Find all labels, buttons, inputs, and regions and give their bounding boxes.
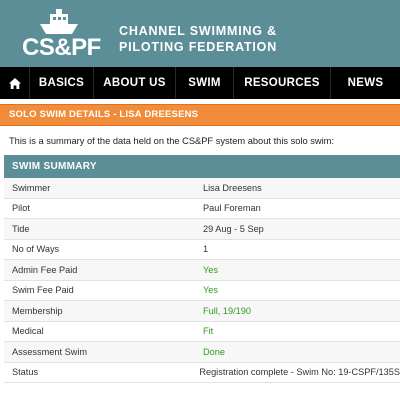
table-row: Swim Fee Paid Yes [4, 281, 400, 301]
row-label: Assessment Swim [12, 346, 88, 357]
row-value: 1 [203, 244, 209, 255]
organization-name: CHANNEL SWIMMING & PILOTING FEDERATION [119, 23, 389, 55]
nav-basics[interactable]: BASICS [30, 67, 94, 99]
page-title-bar: SOLO SWIM DETAILS - LISA DREESENS [0, 104, 400, 126]
page-title: SOLO SWIM DETAILS - LISA DREESENS [9, 109, 199, 120]
swim-summary-heading: SWIM SUMMARY [12, 161, 97, 172]
row-label: Swim Fee Paid [12, 285, 74, 296]
table-row: Admin Fee Paid Yes [4, 260, 400, 281]
org-name-line-2: PILOTING FEDERATION [119, 40, 278, 54]
nav-about-us[interactable]: ABOUT US [94, 67, 176, 99]
table-row: Status Registration complete - Swim No: 1… [4, 363, 400, 383]
table-row: Assessment Swim Done [4, 342, 400, 363]
org-name-line-1: CHANNEL SWIMMING & [119, 24, 277, 38]
nav-resources[interactable]: RESOURCES [234, 67, 331, 99]
row-value: Paul Foreman [203, 203, 261, 214]
row-label: Status [12, 367, 39, 378]
row-label: Membership [12, 305, 63, 316]
nav-home-button[interactable] [0, 67, 30, 99]
table-row: No of Ways 1 [4, 240, 400, 260]
table-row: Pilot Paul Foreman [4, 199, 400, 219]
table-row: Medical Fit [4, 322, 400, 342]
nav-news[interactable]: NEWS [331, 67, 400, 99]
home-icon [8, 77, 21, 89]
boat-icon [40, 9, 78, 34]
table-row: Membership Full, 19/190 [4, 301, 400, 322]
intro-text: This is a summary of the data held on th… [9, 136, 335, 146]
row-value: Full, 19/190 [203, 305, 252, 316]
row-value: Registration complete - Swim No: 19-CSPF… [199, 367, 400, 378]
main-nav: BASICS ABOUT US SWIM RESOURCES NEWS [0, 67, 400, 99]
row-value: Fit [203, 326, 214, 337]
table-row: Tide 29 Aug - 5 Sep [4, 219, 400, 240]
cspf-logo[interactable]: CS&PF [22, 8, 108, 62]
logo-text: CS&PF [22, 34, 101, 61]
row-label: Pilot [12, 203, 30, 214]
row-label: No of Ways [12, 244, 60, 255]
site-header: CS&PF CHANNEL SWIMMING & PILOTING FEDERA… [0, 0, 400, 67]
nav-swim[interactable]: SWIM [176, 67, 234, 99]
row-value: Yes [203, 264, 218, 275]
table-row: Swimmer Lisa Dreesens [4, 178, 400, 199]
row-label: Medical [12, 326, 44, 337]
row-value: Yes [203, 285, 218, 296]
row-label: Tide [12, 223, 30, 234]
row-label: Admin Fee Paid [12, 264, 78, 275]
row-label: Swimmer [12, 182, 51, 193]
swim-summary-header: SWIM SUMMARY [4, 155, 400, 178]
swim-summary-table: Swimmer Lisa Dreesens Pilot Paul Foreman Tid… [4, 178, 400, 383]
row-value: Lisa Dreesens [203, 182, 262, 193]
row-value: Done [203, 346, 225, 357]
row-value: 29 Aug - 5 Sep [203, 223, 264, 234]
